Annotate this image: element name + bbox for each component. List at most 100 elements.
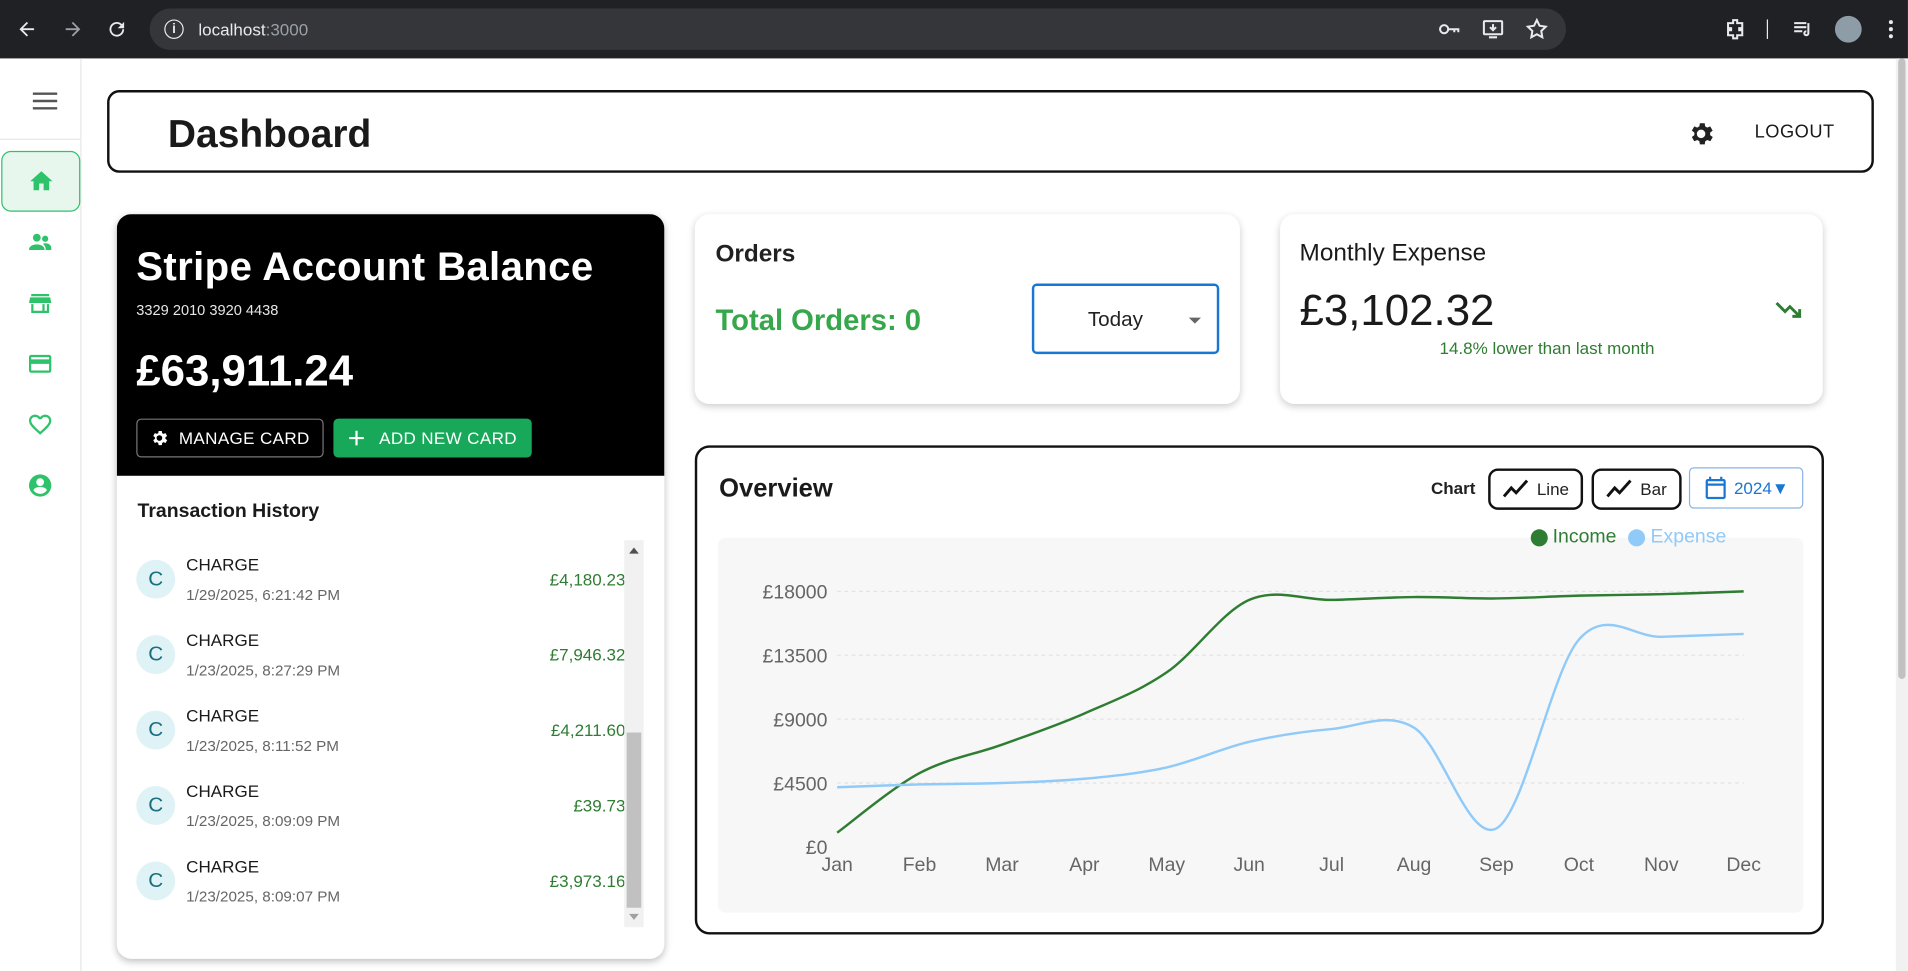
- manage-card-button[interactable]: MANAGE CARD: [136, 418, 324, 458]
- dashboard-header: Dashboard LOGOUT: [107, 90, 1874, 173]
- x-tick-label: Sep: [1479, 854, 1514, 876]
- transaction-type: CHARGE: [186, 705, 260, 726]
- y-tick-label: £9000: [773, 709, 827, 731]
- scroll-down-icon[interactable]: [629, 913, 639, 920]
- expense-comparison: 14.8% lower than last month: [1439, 338, 1655, 358]
- app-page: Dashboard LOGOUT Stripe Account Balance …: [0, 58, 1908, 971]
- manage-card-label: MANAGE CARD: [178, 428, 310, 448]
- store-icon: [29, 294, 52, 314]
- page-scrollbar[interactable]: [1895, 58, 1908, 971]
- x-tick-label: May: [1148, 854, 1185, 876]
- credit-card-icon: [29, 354, 52, 373]
- transaction-avatar: C: [136, 559, 176, 599]
- transaction-scrollbar[interactable]: [624, 540, 644, 928]
- monthly-expense-card: Monthly Expense £3,102.32 14.8% lower th…: [1280, 214, 1823, 404]
- overview-line-chart: £0£4500£9000£13500£18000Jan Feb Mar Apr May J…: [763, 582, 1762, 877]
- logout-button[interactable]: LOGOUT: [1755, 122, 1835, 143]
- scroll-up-icon[interactable]: [629, 547, 639, 554]
- forward-icon[interactable]: [51, 7, 95, 51]
- key-icon[interactable]: [1437, 17, 1461, 41]
- profile-avatar[interactable]: [1834, 15, 1862, 43]
- transaction-history-title: Transaction History: [137, 501, 320, 523]
- sidebar: [0, 58, 82, 971]
- orders-title: Orders: [715, 240, 796, 268]
- transaction-type: CHARGE: [186, 856, 260, 877]
- x-tick-label: Oct: [1564, 854, 1595, 876]
- sidebar-item-profile[interactable]: [0, 455, 80, 516]
- balance-amount: £63,911.24: [136, 345, 354, 396]
- add-new-card-button[interactable]: ADD NEW CARD: [332, 418, 532, 458]
- x-tick-label: Aug: [1397, 854, 1432, 876]
- transaction-row: C CHARGE 1/23/2025, 8:11:52 PM £4,211.60: [127, 691, 626, 766]
- period-select[interactable]: Today: [1031, 283, 1220, 355]
- balance-title: Stripe Account Balance: [136, 243, 594, 289]
- toolbar-divider: [1766, 19, 1769, 39]
- y-tick-label: £13500: [763, 646, 828, 668]
- x-tick-label: Jun: [1234, 854, 1265, 876]
- menu-icon[interactable]: [27, 85, 64, 117]
- account-circle-icon: [29, 474, 52, 497]
- y-tick-label: £18000: [763, 582, 828, 604]
- page-title: Dashboard: [167, 111, 372, 156]
- monthly-expense-title: Monthly Expense: [1299, 239, 1487, 267]
- transaction-date: 1/23/2025, 8:27:29 PM: [186, 661, 341, 679]
- transaction-amount: £39.73: [573, 795, 626, 816]
- monthly-expense-amount: £3,102.32: [1299, 284, 1495, 335]
- transaction-date: 1/29/2025, 6:21:42 PM: [186, 586, 341, 604]
- transaction-amount: £4,211.60: [550, 720, 626, 740]
- back-icon[interactable]: [5, 7, 49, 51]
- sidebar-item-favorites[interactable]: [0, 394, 80, 455]
- reload-icon[interactable]: [95, 7, 139, 51]
- scrollbar-thumb[interactable]: [626, 732, 642, 908]
- address-bar[interactable]: i localhost:3000: [149, 8, 1567, 50]
- settings-icon[interactable]: [1686, 119, 1715, 148]
- sidebar-item-people[interactable]: [0, 212, 80, 273]
- media-icon[interactable]: [1791, 17, 1815, 41]
- sidebar-divider: [0, 138, 81, 140]
- series-line-income: [836, 590, 1744, 834]
- x-tick-label: Nov: [1644, 854, 1679, 876]
- settings-icon: [153, 430, 168, 446]
- star-icon[interactable]: [1525, 17, 1549, 41]
- transaction-date: 1/23/2025, 8:09:07 PM: [186, 888, 341, 906]
- transaction-avatar: C: [136, 861, 176, 901]
- plus-icon: [348, 430, 364, 446]
- site-info-icon[interactable]: i: [164, 19, 184, 39]
- total-orders: Total Orders: 0: [715, 304, 922, 338]
- x-tick-label: Apr: [1069, 854, 1100, 876]
- x-tick-label: Feb: [903, 854, 937, 876]
- transaction-avatar: C: [136, 635, 176, 675]
- sidebar-item-home[interactable]: [1, 150, 81, 212]
- transaction-avatar: C: [136, 786, 176, 825]
- balance-summary: Stripe Account Balance 3329 2010 3920 44…: [116, 214, 665, 476]
- extensions-icon[interactable]: [1723, 17, 1747, 41]
- transaction-date: 1/23/2025, 8:11:52 PM: [186, 737, 339, 755]
- balance-card: Stripe Account Balance 3329 2010 3920 44…: [116, 214, 665, 959]
- overview-card: Overview Chart Line Bar 2024▼ Income Exp…: [694, 445, 1824, 935]
- add-new-card-label: ADD NEW CARD: [379, 428, 517, 448]
- url-port: :3000: [265, 19, 309, 39]
- transaction-amount: £4,180.23: [549, 569, 626, 589]
- x-tick-label: Jan: [821, 854, 852, 876]
- transaction-list[interactable]: C CHARGE 1/29/2025, 6:21:42 PM £4,180.23…: [127, 540, 645, 929]
- sidebar-item-store[interactable]: [0, 273, 80, 334]
- people-icon: [29, 233, 52, 250]
- x-tick-label: Jul: [1319, 854, 1344, 876]
- transaction-row: C CHARGE 1/23/2025, 8:09:07 PM £3,973.16: [127, 842, 626, 917]
- transaction-row: C CHARGE 1/23/2025, 8:09:09 PM £39.73: [127, 767, 626, 842]
- more-menu-icon[interactable]: [1879, 17, 1903, 41]
- x-tick-label: Dec: [1726, 854, 1761, 876]
- orders-card: Orders Total Orders: 0 Today: [694, 214, 1240, 404]
- transaction-amount: £7,946.32: [549, 644, 626, 665]
- home-icon: [29, 171, 52, 191]
- page-scrollbar-thumb[interactable]: [1898, 58, 1906, 679]
- transaction-type: CHARGE: [186, 554, 260, 575]
- transaction-amount: £3,973.16: [549, 871, 626, 891]
- transaction-type: CHARGE: [186, 781, 260, 801]
- install-app-icon[interactable]: [1481, 17, 1505, 41]
- card-number: 3329 2010 3920 4438: [136, 301, 279, 319]
- transaction-row: C CHARGE 1/23/2025, 8:27:29 PM £7,946.32: [127, 616, 626, 691]
- sidebar-item-payment[interactable]: [0, 333, 80, 394]
- trending-down-icon: [1775, 301, 1802, 318]
- period-select-value: Today: [1087, 307, 1144, 331]
